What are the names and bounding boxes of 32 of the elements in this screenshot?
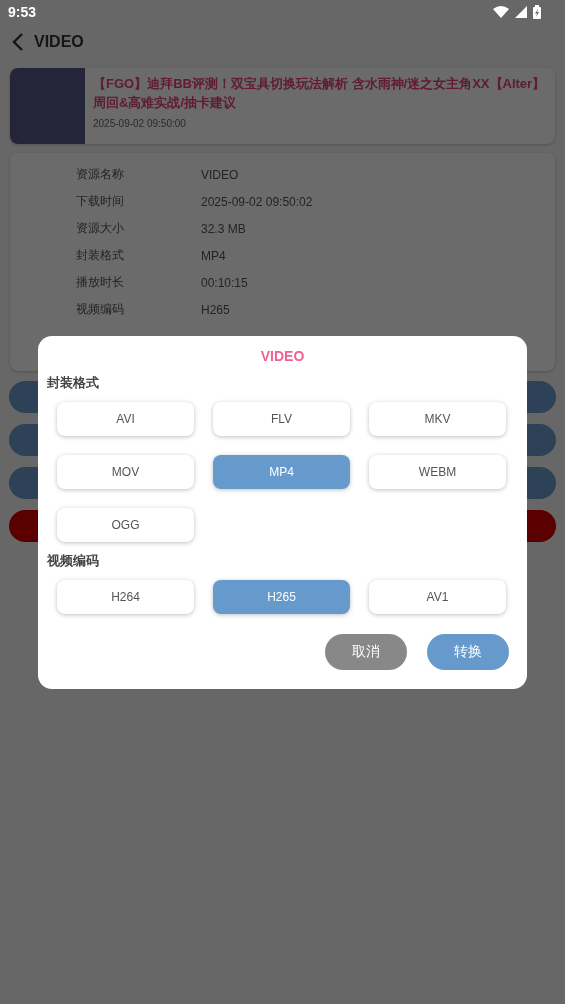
- detail-value: 32.3 MB: [201, 221, 246, 236]
- detail-label: 视频编码: [76, 301, 125, 318]
- detail-label: 播放时长: [76, 274, 125, 291]
- option-button[interactable]: FLV: [213, 402, 350, 436]
- dialog-title: VIDEO: [260, 348, 305, 364]
- option-button[interactable]: MKV: [369, 402, 506, 436]
- status-time: 9:53: [8, 4, 37, 20]
- page-title: VIDEO: [34, 33, 84, 51]
- option-button[interactable]: WEBM: [369, 455, 506, 489]
- video-title: 【FGO】迪拜BB评测！双宝具切换玩法解析 含水雨神/迷之女主角XX【Alter】周回&高难实战/抽卡建议: [93, 75, 547, 112]
- option-button[interactable]: AV1: [369, 580, 506, 614]
- section-label: 视频编码: [47, 552, 100, 570]
- option-button[interactable]: H264: [57, 580, 194, 614]
- detail-value: MP4: [201, 248, 226, 263]
- back-icon[interactable]: [12, 32, 24, 52]
- detail-value: VIDEO: [201, 167, 239, 182]
- option-button[interactable]: AVI: [57, 402, 194, 436]
- wifi-icon: [493, 6, 509, 18]
- battery-icon: [533, 5, 541, 19]
- section-label: 封装格式: [47, 374, 100, 392]
- detail-value: 00:10:15: [201, 275, 248, 290]
- detail-label: 资源大小: [76, 220, 125, 237]
- video-date: 2025-09-02 09:50:00: [93, 118, 187, 129]
- detail-value: 2025-09-02 09:50:02: [201, 194, 313, 209]
- option-button[interactable]: OGG: [57, 508, 194, 542]
- detail-value: H265: [201, 302, 230, 317]
- dialog-button[interactable]: 取消: [325, 634, 407, 670]
- detail-label: 下载时间: [76, 193, 125, 210]
- signal-icon: [515, 6, 527, 18]
- detail-label: 资源名称: [76, 166, 125, 183]
- detail-label: 封装格式: [76, 247, 125, 264]
- option-button[interactable]: MOV: [57, 455, 194, 489]
